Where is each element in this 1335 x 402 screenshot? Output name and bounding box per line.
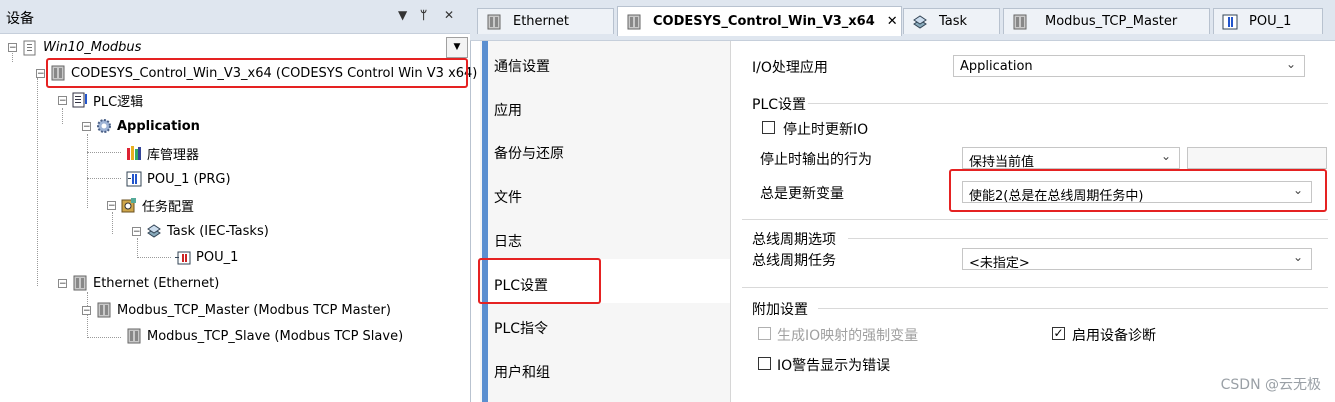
devices-panel-header: 设备 ▼ ᛘ ✕ [0, 0, 470, 34]
io-warning-error-checkbox[interactable] [758, 357, 771, 370]
tree-item-task-config[interactable]: − 任务配置 [107, 193, 194, 217]
pou-icon [126, 171, 142, 187]
device-icon [126, 328, 142, 344]
tree-item-library-manager[interactable]: 库管理器 [126, 141, 199, 165]
bus-cycle-group-title: 总线周期选项 [752, 232, 836, 248]
tree-item-modbus-slave[interactable]: Modbus_TCP_Slave (Modbus TCP Slave) [126, 324, 403, 348]
tree-item-modbus-master[interactable]: − Modbus_TCP_Master (Modbus TCP Master) [82, 298, 391, 322]
always-update-label: 总是更新变量 [760, 186, 844, 202]
collapse-icon[interactable]: − [82, 305, 91, 315]
chevron-down-icon: ⌄ [1160, 149, 1171, 163]
task-icon [912, 14, 928, 30]
output-behavior-extra-field[interactable] [1187, 147, 1327, 169]
watermark-text: CSDN @云无极 [1220, 377, 1321, 393]
category-backup-restore[interactable]: 备份与还原 [494, 143, 564, 163]
group-divider [818, 308, 1328, 309]
highlight-plc-device [46, 58, 468, 88]
force-vars-label: 生成IO映射的强制变量 [777, 328, 919, 344]
plc-logic-icon [72, 92, 88, 108]
tree-item-pou-prg[interactable]: POU_1 (PRG) [126, 167, 231, 191]
device-icon [96, 302, 112, 318]
chevron-down-icon: ⌄ [1285, 57, 1296, 71]
chevron-down-icon: ⌄ [1292, 250, 1303, 264]
tree-item-ethernet[interactable]: − Ethernet (Ethernet) [58, 271, 219, 295]
category-log[interactable]: 日志 [494, 231, 522, 251]
tab-task[interactable]: Task [903, 8, 1000, 34]
collapse-icon[interactable]: − [58, 278, 67, 288]
force-vars-checkbox[interactable] [758, 327, 771, 340]
bus-cycle-task-select[interactable]: <未指定> ⌄ [962, 248, 1312, 271]
update-io-on-stop-label: 停止时更新IO [783, 122, 869, 138]
category-files[interactable]: 文件 [494, 187, 522, 207]
settings-category-list [480, 41, 731, 402]
tree-item-application[interactable]: − Application [82, 114, 200, 138]
gear-icon [96, 118, 112, 134]
tab-pou1[interactable]: POU_1 [1213, 8, 1323, 34]
collapse-icon[interactable]: − [8, 43, 17, 53]
group-divider [848, 238, 1328, 239]
close-tab-icon[interactable]: ✕ [887, 14, 898, 29]
update-io-on-stop-checkbox[interactable] [762, 121, 775, 134]
library-icon [126, 145, 142, 161]
category-accent-bar [482, 41, 488, 402]
enable-diagnostics-checkbox[interactable]: ✓ [1052, 327, 1065, 340]
device-icon [1012, 14, 1028, 30]
tree-root[interactable]: − Win10_Modbus [0, 37, 467, 58]
group-divider [742, 287, 1328, 288]
device-icon [72, 275, 88, 291]
io-app-label: I/O处理应用 [752, 60, 828, 76]
close-panel-icon[interactable]: ✕ [444, 8, 454, 22]
plc-device-icon [626, 14, 642, 30]
panel-menu-icon[interactable]: ▼ [398, 8, 407, 22]
collapse-icon[interactable]: − [58, 95, 67, 105]
collapse-icon[interactable]: − [132, 226, 141, 236]
pou-call-icon [175, 249, 191, 265]
group-divider [742, 219, 1328, 220]
plc-settings-page [731, 41, 1335, 402]
extra-settings-group-title: 附加设置 [752, 302, 808, 318]
project-icon [22, 40, 38, 56]
io-app-select[interactable]: Application ⌄ [953, 55, 1305, 77]
tree-item-pou-call[interactable]: POU_1 [175, 245, 238, 269]
tree-item-task[interactable]: − Task (IEC-Tasks) [132, 219, 269, 243]
io-warning-error-label: IO警告显示为错误 [777, 358, 891, 374]
category-comm-settings[interactable]: 通信设置 [494, 56, 550, 76]
check-icon: ✓ [1053, 326, 1064, 340]
collapse-icon[interactable]: − [36, 68, 45, 78]
collapse-icon[interactable]: − [82, 121, 91, 131]
device-icon [486, 14, 502, 30]
enable-diagnostics-label: 启用设备诊断 [1072, 328, 1156, 344]
project-name: Win10_Modbus [43, 40, 142, 55]
group-divider [808, 103, 1328, 104]
highlight-plc-settings [478, 258, 601, 304]
project-dropdown-button[interactable]: ▼ [446, 37, 468, 58]
task-icon [146, 223, 162, 239]
tab-codesys-control[interactable]: CODESYS_Control_Win_V3_x64 ✕ [617, 6, 902, 36]
output-behavior-select[interactable]: 保持当前值 ⌄ [962, 147, 1180, 170]
category-plc-commands[interactable]: PLC指令 [494, 318, 548, 338]
output-behavior-label: 停止时输出的行为 [760, 152, 872, 168]
tab-ethernet[interactable]: Ethernet [477, 8, 614, 34]
bus-cycle-task-label: 总线周期任务 [752, 253, 836, 269]
plc-settings-group-title: PLC设置 [752, 97, 807, 113]
tab-modbus-master[interactable]: Modbus_TCP_Master [1003, 8, 1210, 34]
category-application[interactable]: 应用 [494, 100, 522, 120]
task-config-icon [121, 197, 137, 213]
pou-icon [1222, 14, 1238, 30]
highlight-always-update [949, 169, 1327, 212]
pin-icon[interactable]: ᛘ [420, 8, 427, 22]
tree-item-plc-logic[interactable]: − PLC逻辑 [58, 88, 143, 112]
collapse-icon[interactable]: − [107, 200, 116, 210]
devices-panel-title: 设备 [6, 11, 34, 27]
category-users-groups[interactable]: 用户和组 [494, 362, 550, 382]
